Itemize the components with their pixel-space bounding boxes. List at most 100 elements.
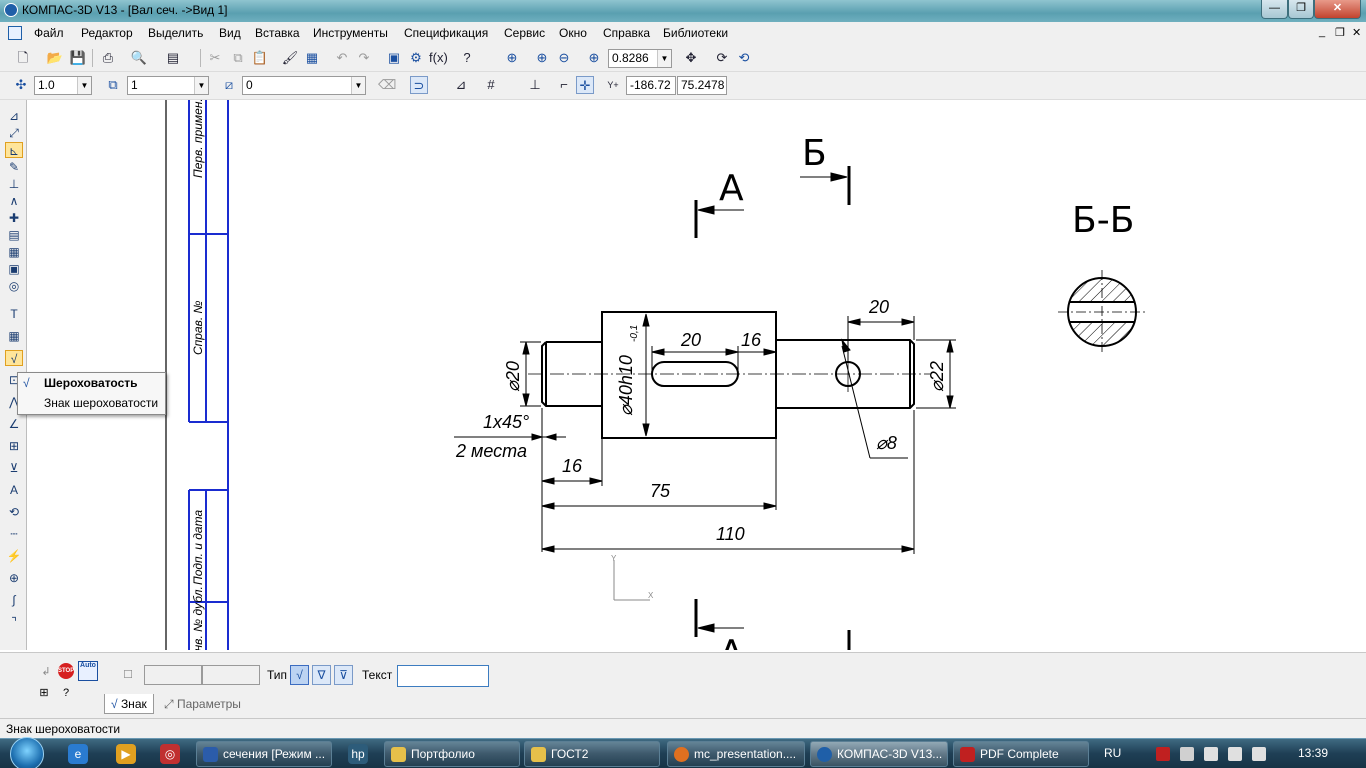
- geometry-icon[interactable]: ⊿: [5, 108, 23, 124]
- zoom-frame-icon[interactable]: ⊕: [503, 49, 521, 67]
- help-pointer-icon[interactable]: ?: [458, 49, 476, 67]
- cut-icon[interactable]: ✂: [206, 49, 224, 67]
- reports-icon[interactable]: ▦: [5, 244, 23, 260]
- spec-icon[interactable]: ▤: [5, 227, 23, 243]
- auto-create-button[interactable]: Auto: [78, 661, 98, 681]
- edit-icon[interactable]: ✎: [5, 159, 23, 175]
- save-icon[interactable]: 💾: [69, 49, 87, 67]
- redraw-icon[interactable]: ⟲: [735, 49, 753, 67]
- chevron-down-icon[interactable]: ▼: [351, 77, 365, 94]
- manager-icon[interactable]: ▤: [164, 49, 182, 67]
- menu-service[interactable]: Сервис: [504, 26, 545, 40]
- stop-button[interactable]: STOP: [58, 663, 74, 679]
- orthogonal-icon[interactable]: ⊿: [452, 76, 470, 94]
- menu-view[interactable]: Вид: [219, 26, 241, 40]
- taskbar-app-icon[interactable]: ◎: [160, 744, 180, 764]
- zoom-combo[interactable]: 0.8286 ▼: [608, 49, 672, 68]
- type-button-basic[interactable]: √: [290, 665, 309, 685]
- ortho-mode-icon[interactable]: ⌐: [555, 76, 573, 94]
- tray-volume-icon[interactable]: [1252, 747, 1266, 761]
- roughness-icon[interactable]: √: [5, 350, 23, 366]
- maximize-button[interactable]: ❐: [1288, 0, 1314, 19]
- clock[interactable]: 13:39: [1298, 746, 1328, 760]
- task-mc-presentation[interactable]: mc_presentation....: [667, 741, 805, 767]
- style-icon[interactable]: ⧄: [220, 76, 238, 94]
- properties-icon[interactable]: ▦: [303, 49, 321, 67]
- snap-magnet-icon[interactable]: ⊃: [410, 76, 428, 94]
- redo-icon[interactable]: ↷: [355, 49, 373, 67]
- style-combo[interactable]: 0 ▼: [242, 76, 366, 95]
- enter-icon[interactable]: ↲: [36, 663, 56, 681]
- print-icon[interactable]: ⎙: [99, 49, 117, 67]
- measure-icon[interactable]: ∧: [5, 193, 23, 209]
- media-player-icon[interactable]: ▶: [116, 744, 136, 764]
- point-x-field[interactable]: [144, 665, 202, 685]
- chevron-down-icon[interactable]: ▼: [657, 50, 671, 67]
- menu-specification[interactable]: Спецификация: [404, 26, 488, 40]
- preview-icon[interactable]: 🔍: [130, 49, 148, 67]
- variables-icon[interactable]: ⚙: [407, 49, 425, 67]
- tree-icon[interactable]: ▣: [385, 49, 403, 67]
- marker-icon[interactable]: ⌝: [5, 614, 23, 630]
- parametrize-icon[interactable]: ⊥: [5, 176, 23, 192]
- axis-line-icon[interactable]: ┄: [5, 526, 23, 542]
- layer-icon[interactable]: ⧉: [104, 76, 122, 94]
- menu-help[interactable]: Справка: [603, 26, 650, 40]
- menu-libraries[interactable]: Библиотеки: [663, 26, 728, 40]
- mdi-close-button[interactable]: ✕: [1352, 26, 1361, 39]
- arrow-view-icon[interactable]: ⊻: [5, 460, 23, 476]
- tray-app-icon[interactable]: [1156, 747, 1170, 761]
- lightning-icon[interactable]: ⚡: [5, 548, 23, 564]
- function-icon[interactable]: f(x): [429, 49, 448, 67]
- tab-sign[interactable]: √ Знак: [104, 694, 154, 714]
- tab-parameters[interactable]: ⤢ Параметры: [158, 694, 247, 714]
- step-icon[interactable]: ✣: [12, 76, 30, 94]
- menu-insert[interactable]: Вставка: [255, 26, 300, 40]
- text-field[interactable]: [397, 665, 489, 687]
- document-icon[interactable]: [8, 26, 22, 40]
- ie-icon[interactable]: e: [68, 744, 88, 764]
- menu-tools[interactable]: Инструменты: [313, 26, 388, 40]
- copy-icon[interactable]: ⧉: [229, 49, 247, 67]
- table-icon[interactable]: ▦: [5, 328, 23, 344]
- new-document-icon[interactable]: 🗋: [14, 49, 32, 67]
- pan-icon[interactable]: ✥: [682, 49, 700, 67]
- grid-icon[interactable]: #: [482, 76, 500, 94]
- minimize-button[interactable]: —: [1261, 0, 1288, 19]
- task-kompas[interactable]: КОМПАС-3D V13...: [810, 741, 948, 767]
- cut-line-icon[interactable]: A: [5, 482, 23, 498]
- chevron-down-icon[interactable]: ▼: [194, 77, 208, 94]
- tray-flag-icon[interactable]: [1180, 747, 1194, 761]
- point-y-field[interactable]: [202, 665, 260, 685]
- coord-x-field[interactable]: -186.72: [626, 76, 676, 95]
- select-icon[interactable]: ✚: [5, 210, 23, 226]
- help-icon[interactable]: ?: [56, 684, 76, 702]
- start-button[interactable]: [6, 737, 46, 768]
- popup-item-roughness-sign[interactable]: Знак шероховатости: [44, 396, 158, 410]
- format-copy-icon[interactable]: 🖌: [281, 49, 299, 67]
- cursor-coords-icon[interactable]: ✛: [576, 76, 594, 94]
- zoom-out-icon[interactable]: ⊖: [555, 49, 573, 67]
- fragment-icon[interactable]: ◎: [5, 278, 23, 294]
- position-icon[interactable]: ∠: [5, 416, 23, 432]
- break-icon[interactable]: ⟲: [5, 504, 23, 520]
- hp-icon[interactable]: hp: [348, 744, 368, 764]
- tolerance-icon[interactable]: ⊞: [5, 438, 23, 454]
- drawing-canvas[interactable]: Перв. примен. Справ. № Подп. и дата Инв.…: [28, 100, 1366, 650]
- tray-usb-icon[interactable]: [1204, 747, 1218, 761]
- mdi-restore-button[interactable]: ❐: [1335, 26, 1345, 39]
- menu-editor[interactable]: Редактор: [81, 26, 133, 40]
- wave-line-icon[interactable]: ∫: [5, 592, 23, 608]
- paste-icon[interactable]: 📋: [251, 49, 269, 67]
- local-cs-icon[interactable]: ⊥: [526, 76, 544, 94]
- task-pdf-complete[interactable]: PDF Complete: [953, 741, 1089, 767]
- menu-select[interactable]: Выделить: [148, 26, 203, 40]
- menu-window[interactable]: Окно: [559, 26, 587, 40]
- zoom-in-icon[interactable]: ⊕: [533, 49, 551, 67]
- center-mark-icon[interactable]: ⊕: [5, 570, 23, 586]
- expand-icon[interactable]: ⊞: [34, 684, 54, 702]
- text-icon[interactable]: T: [5, 306, 23, 322]
- menu-file[interactable]: Файл: [34, 26, 64, 40]
- tray-network-icon[interactable]: [1228, 747, 1242, 761]
- layer-combo[interactable]: 1 ▼: [127, 76, 209, 95]
